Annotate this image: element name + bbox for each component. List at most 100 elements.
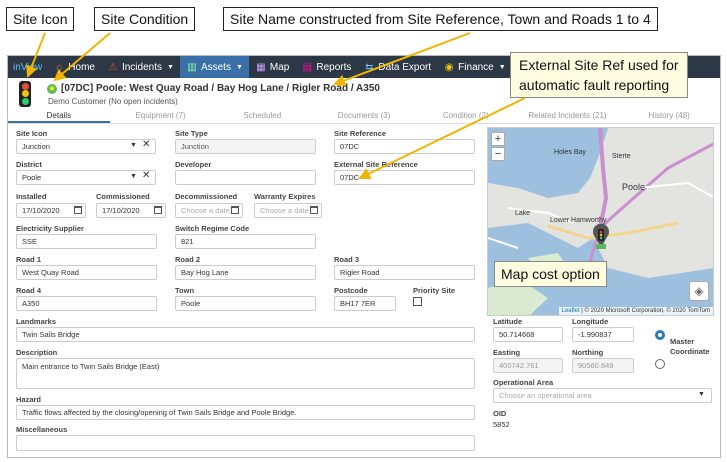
callout-site-name: Site Name constructed from Site Referenc… [223, 7, 658, 31]
app-window: inView ⌂ Home ⚠ Incidents ▼ ▥ Assets ▼ ▦… [7, 55, 721, 458]
site-condition-star-icon: ★ [47, 84, 57, 94]
road4-input[interactable]: A350 [16, 296, 157, 311]
calendar-icon[interactable] [74, 206, 82, 214]
nav-reports-label: Reports [316, 61, 352, 73]
landmarks-input[interactable]: Twin Sails Bridge [16, 327, 475, 342]
layers-icon[interactable]: ◈ [689, 281, 709, 301]
operational-area-label: Operational Area [493, 378, 554, 387]
map-label-lower-hamworthy: Lower Hamworthy [550, 217, 607, 224]
callout-external-ref-line2: automatic fault reporting [519, 77, 670, 93]
map-attribution-text: | © 2020 Microsoft Corporation, © 2020 T… [579, 308, 710, 314]
tab-related-incidents[interactable]: Related Incidents (21) [517, 109, 619, 123]
tab-history[interactable]: History (48) [618, 109, 720, 123]
latitude-input[interactable]: 50.714668 [493, 327, 563, 342]
tab-bar: Details Equipment (7) Scheduled Document… [8, 109, 720, 124]
nav-map[interactable]: ▦ Map [249, 56, 295, 78]
traffic-light-icon [19, 81, 31, 107]
zoom-out-button[interactable]: − [491, 147, 505, 161]
road2-input[interactable]: Bay Hog Lane [175, 265, 316, 280]
oid-value: 5852 [493, 420, 510, 429]
tab-equipment[interactable]: Equipment (7) [110, 109, 212, 123]
callout-site-icon: Site Icon [6, 7, 75, 31]
master-coordinate-easting-radio[interactable] [655, 359, 665, 369]
map-label-lake: Lake [515, 210, 531, 217]
calendar-icon[interactable] [154, 206, 162, 214]
site-type-field: Junction [175, 139, 316, 154]
site-reference-input[interactable]: 07DC [334, 139, 475, 154]
road1-label: Road 1 [16, 255, 42, 264]
description-textarea[interactable]: Main entrance to Twin Sails Bridge (East… [16, 358, 475, 389]
nav-finance-label: Finance [458, 61, 494, 73]
district-label: District [16, 160, 42, 169]
external-site-reference-input[interactable]: 07DC [334, 170, 475, 185]
site-reference-label: Site Reference [334, 129, 387, 138]
nav-incidents[interactable]: ⚠ Incidents ▼ [101, 56, 180, 78]
clear-icon[interactable]: ✕ [142, 139, 150, 150]
northing-input[interactable]: 90560.849 [572, 358, 634, 373]
map-label-holes-bay: Holes Bay [554, 149, 586, 156]
hazard-input[interactable]: Traffic flows affected by the closing/op… [16, 405, 475, 420]
switch-regime-code-label: Switch Regime Code [175, 224, 250, 233]
zoom-in-button[interactable]: + [491, 132, 505, 146]
commissioned-label: Commissioned [96, 192, 150, 201]
nav-home[interactable]: ⌂ Home [47, 56, 101, 78]
nav-finance[interactable]: ◉ Finance ▼ [437, 56, 512, 78]
nav-data-export[interactable]: ⇆ Data Export [357, 56, 437, 78]
tab-scheduled[interactable]: Scheduled [211, 109, 313, 123]
clear-icon[interactable]: ✕ [142, 170, 150, 181]
chevron-down-icon: ▼ [498, 63, 506, 71]
home-icon: ⌂ [56, 61, 63, 73]
nav-map-label: Map [269, 61, 290, 73]
switch-regime-code-input[interactable]: 821 [175, 234, 316, 249]
warning-icon: ⚠ [108, 61, 118, 73]
callout-site-condition: Site Condition [94, 7, 196, 31]
nav-assets[interactable]: ▥ Assets ▼ [179, 56, 249, 78]
brand-logo[interactable]: inView [8, 62, 47, 73]
chevron-down-icon[interactable]: ▼ [698, 391, 705, 398]
oid-label: OID [493, 409, 507, 418]
master-coordinate-label: Master Coordinate [670, 337, 710, 356]
assets-icon: ▥ [187, 61, 197, 73]
town-input[interactable]: Poole [175, 296, 316, 311]
road1-input[interactable]: West Quay Road [16, 265, 157, 280]
easting-label: Easting [493, 348, 521, 357]
map-label-poole: Poole [622, 182, 646, 192]
easting-input[interactable]: 400742.761 [493, 358, 563, 373]
leaflet-link[interactable]: Leaflet [562, 308, 580, 314]
road3-input[interactable]: Rigler Road [334, 265, 475, 280]
chevron-down-icon[interactable]: ▼ [130, 173, 137, 180]
longitude-input[interactable]: -1.990837 [572, 327, 634, 342]
postcode-input[interactable]: BH17 7ER [334, 296, 396, 311]
road3-label: Road 3 [334, 255, 360, 264]
tab-documents[interactable]: Documents (3) [313, 109, 415, 123]
reports-icon: ▤ [302, 61, 313, 73]
decommissioned-label: Decommissioned [175, 192, 238, 201]
electricity-supplier-input[interactable]: SSE [16, 234, 157, 249]
installed-label: Installed [16, 192, 47, 201]
longitude-label: Longitude [572, 317, 609, 326]
map-attribution: Leaflet | © 2020 Microsoft Corporation, … [558, 307, 713, 315]
callout-map-cost: Map cost option [494, 261, 607, 287]
operational-area-select[interactable]: Choose an operational area [493, 388, 712, 403]
map-icon: ▦ [256, 61, 266, 73]
calendar-icon[interactable] [231, 206, 239, 214]
calendar-icon[interactable] [310, 206, 318, 214]
tab-condition[interactable]: Condition (2) [415, 109, 517, 123]
map-label-sterte: Sterte [612, 153, 631, 160]
nav-reports[interactable]: ▤ Reports [295, 56, 357, 78]
site-map[interactable]: Holes Bay Sterte Poole Lake Lower Hamwor… [487, 127, 714, 316]
tab-details[interactable]: Details [8, 109, 110, 123]
miscellaneous-input[interactable] [16, 435, 475, 451]
chevron-down-icon[interactable]: ▼ [130, 142, 137, 149]
warranty-expires-label: Warranty Expires [254, 192, 316, 201]
priority-site-checkbox[interactable] [413, 297, 422, 306]
master-coordinate-latlong-radio[interactable] [655, 330, 665, 340]
developer-input[interactable] [175, 170, 316, 185]
annotated-screenshot: Site Icon Site Condition Site Name const… [0, 0, 727, 462]
road4-label: Road 4 [16, 286, 42, 295]
chevron-down-icon: ▼ [235, 63, 243, 71]
description-label: Description [16, 348, 58, 357]
nav-data-export-label: Data Export [378, 61, 432, 73]
nav-incidents-label: Incidents [121, 61, 162, 73]
nav-home-label: Home [68, 61, 95, 73]
